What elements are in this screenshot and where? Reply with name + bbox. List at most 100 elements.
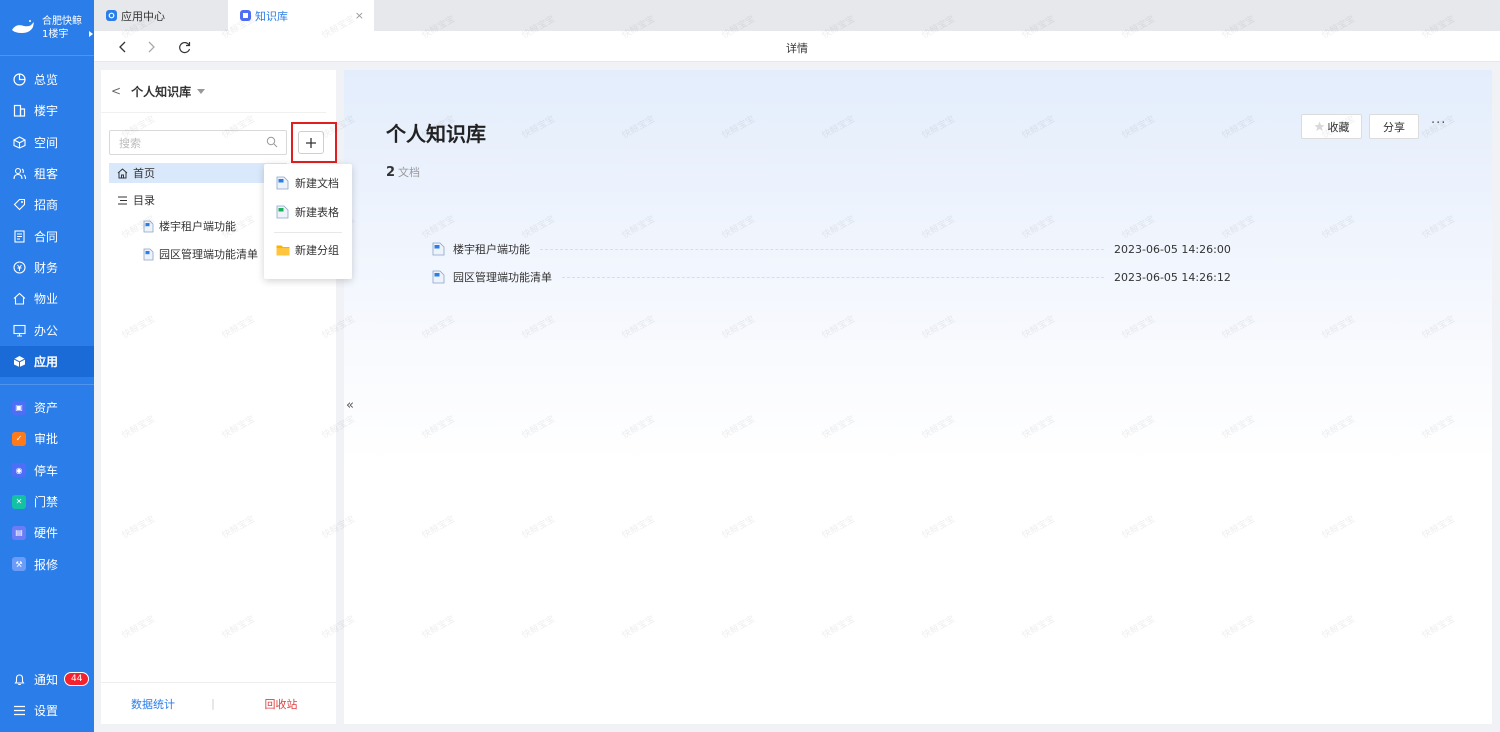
brand-switcher[interactable]: 合肥快鲸 1楼宇 [0,0,94,56]
menu-item-label: 新建文档 [295,177,339,190]
main-content: 个人知识库 2 文档 收藏 分享 ··· 楼宇租户端功能 2023-06-05 1… [344,70,1492,724]
parking-icon: ◉ [12,463,26,478]
plus-icon [306,137,316,148]
doc-name: 园区管理端功能清单 [453,271,552,284]
nav-app-hardware[interactable]: ▤ 硬件 [0,517,94,548]
doc-count-label: 文档 [398,166,421,179]
tab-app-center[interactable]: 应用中心 [94,0,228,31]
kb-footer: 数据统计 | 回收站 [101,682,336,724]
nav-notifications[interactable]: 通知 44 [0,663,94,694]
recycle-bin-link[interactable]: 回收站 [229,696,333,712]
doc-time: 2023-06-05 14:26:00 [1114,242,1231,256]
bell-icon [12,672,26,686]
document-icon [143,220,154,233]
home-icon [12,292,26,306]
finance-icon [12,260,26,274]
document-icon [432,270,445,284]
doc-list-row[interactable]: 园区管理端功能清单 2023-06-05 14:26:12 [432,268,1231,286]
cube-icon [12,135,26,149]
tab-bar: 应用中心 知识库 × [94,0,1500,31]
menu-divider [274,232,342,233]
approval-icon: ✓ [12,431,26,446]
tree-item-home[interactable]: 首页 [109,163,287,183]
knowledge-base-icon [240,10,251,21]
menu-item-label: 新建分组 [295,244,339,257]
dashboard-icon [12,73,26,87]
nav-app-parking[interactable]: ◉ 停车 [0,455,94,486]
nav-item-label: 租客 [34,167,59,182]
kb-page-title: 个人知识库 [386,122,486,146]
nav-item-label: 停车 [34,463,59,478]
nav-app-approval[interactable]: ✓ 审批 [0,423,94,454]
doc-count: 2 文档 [386,164,420,180]
nav-item-space[interactable]: 空间 [0,127,94,158]
kb-switcher[interactable]: < 个人知识库 [101,70,326,113]
home-icon [117,167,128,179]
star-icon [1314,121,1324,131]
tab-label: 应用中心 [121,9,165,23]
favorite-button[interactable]: 收藏 [1301,114,1362,139]
nav-item-finance[interactable]: 财务 [0,252,94,283]
favorite-label: 收藏 [1327,120,1350,134]
users-icon [12,167,26,181]
search-placeholder: 搜索 [119,136,141,150]
kb-search-input[interactable]: 搜索 [109,130,287,155]
doc-list-row[interactable]: 楼宇租户端功能 2023-06-05 14:26:00 [432,240,1231,258]
nav-app-repair[interactable]: ⚒ 报修 [0,548,94,579]
kb-title: 个人知识库 [131,84,192,99]
menu-icon [12,703,26,717]
nav-item-label: 门禁 [34,495,59,509]
document-icon [432,242,445,256]
tree-item-catalog[interactable]: 目录 [109,190,155,210]
back-chevron-icon[interactable]: < [111,84,121,98]
nav-item-investment[interactable]: 招商 [0,189,94,220]
nav-item-overview[interactable]: 总览 [0,64,94,95]
contract-icon [12,229,26,243]
tree-item-label: 园区管理端功能清单 [159,248,258,261]
brand-name: 合肥快鲸 [42,15,82,27]
document-icon [143,248,154,261]
nav-item-contract[interactable]: 合同 [0,220,94,251]
nav-item-tenant[interactable]: 租客 [0,158,94,189]
nav-item-label: 空间 [34,135,59,150]
nav-item-building[interactable]: 楼宇 [0,95,94,126]
more-button[interactable]: ··· [1431,116,1446,131]
nav-item-office[interactable]: 办公 [0,314,94,345]
nav-divider [0,383,94,385]
tree-item-doc[interactable]: 楼宇租户端功能 [109,216,236,236]
monitor-icon [12,323,26,337]
access-control-icon: ✕ [12,494,26,509]
menu-item-new-sheet[interactable]: 新建表格 [276,203,339,221]
assets-icon: ▣ [12,400,26,415]
caret-right-icon [89,31,94,37]
nav-item-label: 审批 [34,432,59,447]
repair-icon: ⚒ [12,557,26,572]
nav-item-property[interactable]: 物业 [0,283,94,314]
nav-item-label: 财务 [34,260,59,275]
main-nav: 合肥快鲸 1楼宇 总览 楼宇 空间 租客 招商 合同 财务 物业 办公 应用 ▣… [0,0,94,732]
nav-app-access[interactable]: ✕ 门禁 [0,486,94,517]
collapse-sidebar-button[interactable]: « [346,398,354,413]
leader-line [562,276,1104,278]
nav-item-label: 合同 [34,229,59,244]
add-button[interactable] [298,131,324,154]
share-button[interactable]: 分享 [1369,114,1419,139]
spreadsheet-icon [276,205,289,219]
share-label: 分享 [1383,120,1405,134]
new-item-menu: 新建文档 新建表格 新建分组 [264,164,352,279]
notification-badge: 44 [64,672,90,687]
nav-item-label: 硬件 [34,526,59,541]
menu-item-label: 新建表格 [295,206,339,219]
nav-item-apps[interactable]: 应用 [0,345,94,377]
tab-knowledge-base[interactable]: 知识库 × [228,0,374,31]
nav-app-assets[interactable]: ▣ 资产 [0,392,94,423]
nav-settings[interactable]: 设置 [0,695,94,726]
data-stats-link[interactable]: 数据统计 [101,696,205,712]
document-icon [276,176,289,190]
tree-item-label: 楼宇租户端功能 [159,220,236,233]
menu-item-new-doc[interactable]: 新建文档 [276,174,339,192]
close-tab-icon[interactable]: × [355,9,364,22]
menu-item-new-group[interactable]: 新建分组 [276,241,339,259]
folder-icon [276,245,290,256]
nav-item-label: 报修 [34,557,59,572]
